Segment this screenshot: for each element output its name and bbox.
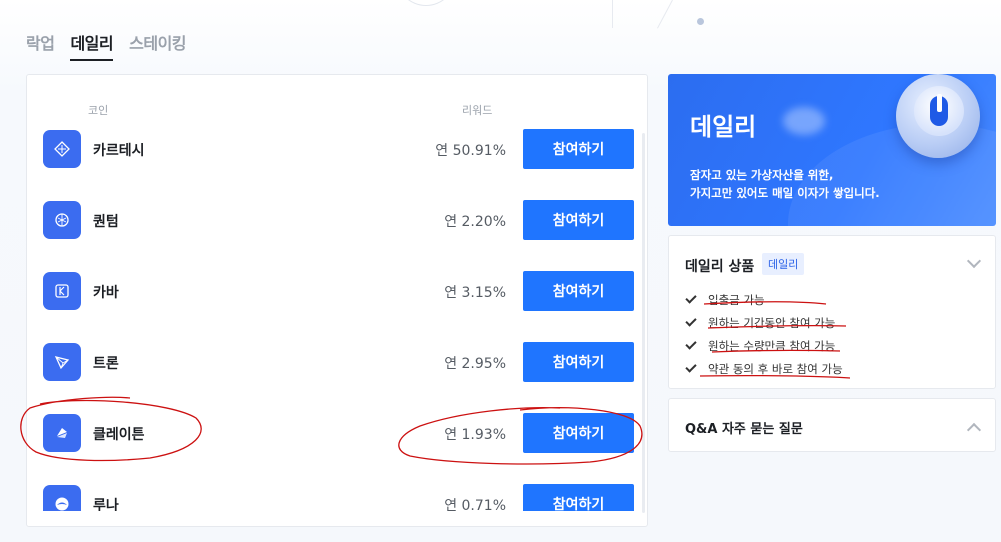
join-button[interactable]: 참여하기 xyxy=(523,484,634,511)
promo-desc-line2: 가지고만 있어도 매일 이자가 쌓입니다. xyxy=(690,186,880,200)
product-badge: 데일리 xyxy=(762,253,805,275)
coin-name: 퀀텀 xyxy=(93,214,119,230)
check-icon xyxy=(685,360,697,373)
product-info-card: 데일리 상품 데일리 입출금 가능 원하는 기간동안 참여 가능 원하는 수량만… xyxy=(668,235,996,389)
check-icon xyxy=(685,291,697,304)
klaytn-icon xyxy=(43,414,81,452)
coin-row: 퀀텀 연 2.20% 참여하기 xyxy=(27,194,647,265)
chevron-up-icon[interactable] xyxy=(966,422,982,438)
cartesi-icon xyxy=(43,130,81,168)
check-icon xyxy=(685,314,697,327)
coin-rate: 연 50.91% xyxy=(435,143,506,159)
join-button[interactable]: 참여하기 xyxy=(523,342,634,382)
coin-row: 클레이튼 연 1.93% 참여하기 xyxy=(27,407,647,478)
tron-icon xyxy=(43,343,81,381)
coin-rows: 카르테시 연 50.91% 참여하기 퀀텀 연 2.20% 참여하기 카바 연 … xyxy=(27,123,647,511)
feature-item: 원하는 수량만큼 참여 가능 xyxy=(685,334,843,357)
feature-list: 입출금 가능 원하는 기간동안 참여 가능 원하는 수량만큼 참여 가능 약관 … xyxy=(685,288,843,380)
tab-lockup[interactable]: 락업 xyxy=(26,30,55,61)
decor-line xyxy=(657,0,673,29)
faq-card[interactable]: Q&A 자주 묻는 질문 xyxy=(668,398,996,452)
list-scrollbar[interactable] xyxy=(642,133,645,513)
coin-row: 트론 연 2.95% 참여하기 xyxy=(27,336,647,407)
coin-rate: 연 3.15% xyxy=(444,285,506,301)
qtum-icon xyxy=(43,201,81,239)
decor-dot xyxy=(697,18,704,25)
luna-icon xyxy=(43,485,81,511)
tab-staking[interactable]: 스테이킹 xyxy=(129,30,186,61)
daily-promo-banner: 데일리 잠자고 있는 가상자산을 위한, 가지고만 있어도 매일 이자가 쌓입니… xyxy=(668,74,996,226)
coin-row: 루나 연 0.71% 참여하기 xyxy=(27,478,647,511)
promo-glow xyxy=(783,107,825,135)
coin-illustration-icon xyxy=(896,74,980,158)
coin-row: 카바 연 3.15% 참여하기 xyxy=(27,265,647,336)
coin-list-card: 코인 리워드 카르테시 연 50.91% 참여하기 퀀텀 연 2.20% 참여하… xyxy=(26,74,648,527)
coin-name: 클레이튼 xyxy=(93,427,145,443)
header-decoration xyxy=(396,0,456,6)
join-button[interactable]: 참여하기 xyxy=(523,271,634,311)
faq-title: Q&A 자주 묻는 질문 xyxy=(685,422,803,437)
coin-name: 카바 xyxy=(93,285,119,301)
coin-name: 카르테시 xyxy=(93,143,145,159)
coin-rate: 연 0.71% xyxy=(444,498,506,511)
tab-daily[interactable]: 데일리 xyxy=(70,30,114,61)
promo-desc-line1: 잠자고 있는 가상자산을 위한, xyxy=(690,168,834,182)
promo-description: 잠자고 있는 가상자산을 위한, 가지고만 있어도 매일 이자가 쌓입니다. xyxy=(690,166,880,202)
check-icon xyxy=(685,337,697,350)
product-tabs: 락업 데일리 스테이킹 xyxy=(26,30,187,61)
feature-item: 원하는 기간동안 참여 가능 xyxy=(685,311,843,334)
join-button[interactable]: 참여하기 xyxy=(523,413,634,453)
product-title: 데일리 상품 xyxy=(685,259,755,275)
join-button[interactable]: 참여하기 xyxy=(523,129,634,169)
column-header-reward: 리워드 xyxy=(462,104,493,117)
promo-title: 데일리 xyxy=(690,113,757,141)
coin-name: 트론 xyxy=(93,356,119,372)
column-header-coin: 코인 xyxy=(88,104,109,117)
join-button[interactable]: 참여하기 xyxy=(523,200,634,240)
feature-item: 입출금 가능 xyxy=(685,288,843,311)
coin-name: 루나 xyxy=(93,498,119,511)
coin-rate: 연 2.20% xyxy=(444,214,506,230)
chevron-down-icon[interactable] xyxy=(966,253,982,269)
coin-row: 카르테시 연 50.91% 참여하기 xyxy=(27,123,647,194)
feature-item: 약관 동의 후 바로 참여 가능 xyxy=(685,357,843,380)
coin-rate: 연 2.95% xyxy=(444,356,506,372)
decor-line xyxy=(612,0,613,28)
coin-rate: 연 1.93% xyxy=(444,427,506,443)
kava-icon xyxy=(43,272,81,310)
